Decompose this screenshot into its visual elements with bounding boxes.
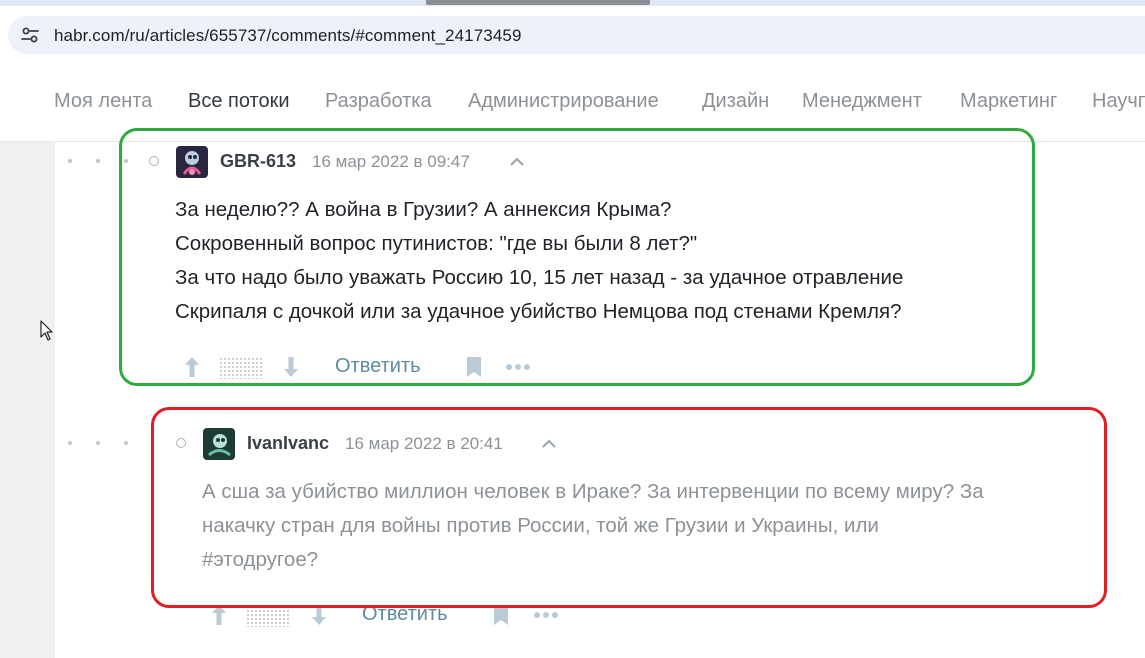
mouse-pointer-icon bbox=[40, 320, 53, 341]
url-field[interactable]: habr.com/ru/articles/655737/comments/#co… bbox=[8, 16, 1145, 54]
active-tab-indicator bbox=[426, 0, 650, 5]
nav-item-marketing[interactable]: Маркетинг bbox=[960, 90, 1057, 113]
nav-item-management[interactable]: Менеджмент bbox=[802, 90, 922, 113]
thread-dot bbox=[96, 159, 100, 163]
nav-item-development[interactable]: Разработка bbox=[325, 90, 432, 113]
nav-item-administration[interactable]: Администрирование bbox=[468, 90, 659, 113]
highlight-box-red bbox=[151, 407, 1107, 608]
browser-address-bar: habr.com/ru/articles/655737/comments/#co… bbox=[0, 6, 1145, 64]
nav-item-design[interactable]: Дизайн bbox=[702, 90, 769, 113]
thread-dot bbox=[68, 159, 72, 163]
nav-item-my-feed[interactable]: Моя лента bbox=[54, 90, 152, 113]
thread-dot bbox=[68, 441, 72, 445]
rating-placeholder bbox=[246, 605, 290, 627]
url-text[interactable]: habr.com/ru/articles/655737/comments/#co… bbox=[54, 26, 522, 46]
nav-item-all-flows[interactable]: Все потоки bbox=[188, 90, 290, 113]
thread-dot bbox=[96, 441, 100, 445]
tune-icon[interactable] bbox=[20, 25, 40, 45]
nav-item-science[interactable]: Научп bbox=[1092, 90, 1145, 113]
more-dots-icon[interactable] bbox=[533, 611, 559, 619]
thread-dot bbox=[124, 441, 128, 445]
highlight-box-green bbox=[119, 128, 1035, 386]
